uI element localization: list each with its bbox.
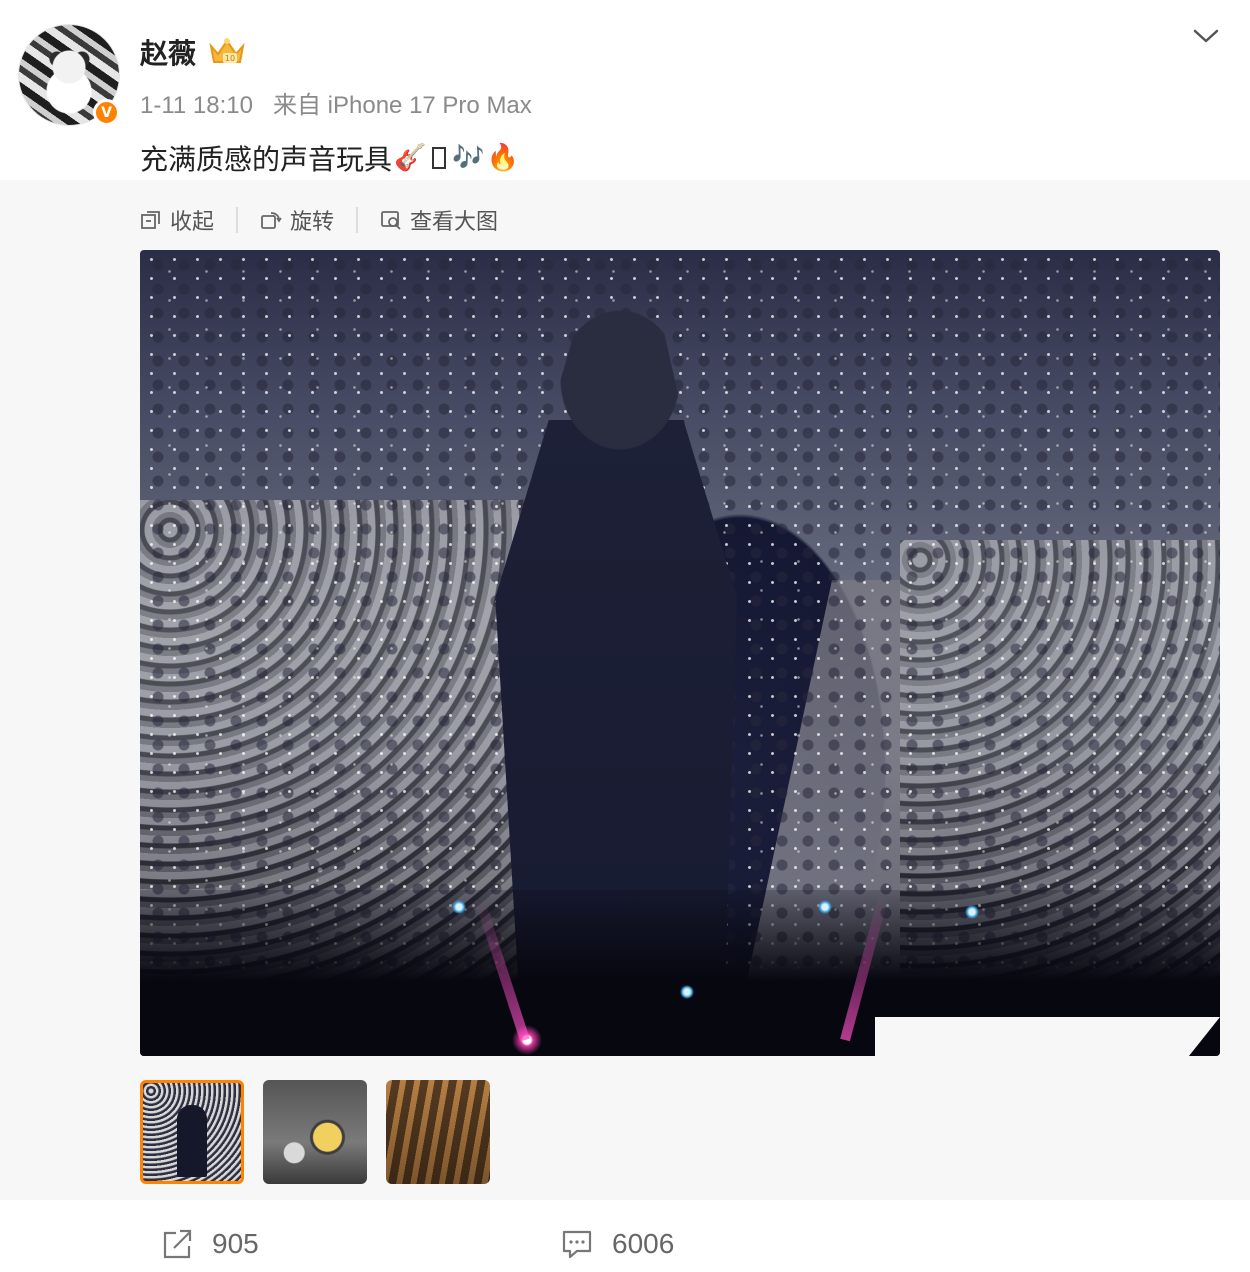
view-large-label: 查看大图 <box>410 210 499 235</box>
thumbnail-strip <box>140 1080 490 1184</box>
share-icon <box>163 1229 192 1259</box>
stage-light <box>680 985 694 999</box>
toolbar-divider <box>356 207 359 233</box>
stage-light <box>452 900 466 914</box>
share-count: 905 <box>212 1228 259 1259</box>
svg-text:10: 10 <box>225 54 235 63</box>
post-footer: 905 6006 <box>0 1200 1250 1272</box>
collapse-button[interactable]: 收起 <box>140 204 214 236</box>
toolbar-divider <box>236 207 239 233</box>
thumbnail-2[interactable] <box>263 1080 367 1184</box>
view-large-icon <box>381 211 401 230</box>
collapse-icon <box>141 211 160 229</box>
post-time[interactable]: 1-11 18:10 <box>140 92 253 119</box>
crown-icon: 10 <box>209 38 245 63</box>
share-button[interactable]: 905 <box>160 1227 259 1261</box>
post-source: 来自 iPhone 17 Pro Max <box>273 92 532 119</box>
rotate-icon <box>261 212 282 229</box>
guitar-emoji: 🎸 <box>394 143 427 173</box>
stage-light <box>965 905 979 919</box>
author-name[interactable]: 赵薇 <box>140 32 196 72</box>
media-toolbar: 收起 旋转 查看大图 <box>140 203 498 237</box>
fire-emoji: 🔥 <box>486 143 520 173</box>
comment-count: 6006 <box>612 1228 675 1259</box>
rotate-label: 旋转 <box>290 210 335 235</box>
thumbnail-1-selected[interactable] <box>140 1080 244 1184</box>
view-large-button[interactable]: 查看大图 <box>380 204 498 236</box>
comment-button[interactable]: 6006 <box>560 1227 674 1261</box>
photo-notch <box>875 1017 1220 1069</box>
collapse-label: 收起 <box>170 210 215 235</box>
missing-glyph-box <box>432 147 447 169</box>
post-header: V 赵薇 10 1-11 18:10 来自 iPhone 17 Pro Max … <box>0 0 1250 180</box>
verified-badge-icon: V <box>93 99 120 126</box>
post-text: 充满质感的声音玩具 🎸 🎶 🔥 <box>140 138 519 178</box>
rotate-button[interactable]: 旋转 <box>260 204 334 236</box>
chevron-down-icon[interactable] <box>1192 26 1220 46</box>
stage-light <box>818 900 832 914</box>
post-text-content: 充满质感的声音玩具 <box>140 143 393 176</box>
thumbnail-3[interactable] <box>386 1080 490 1184</box>
comment-icon <box>562 1230 592 1259</box>
post-meta: 1-11 18:10 来自 iPhone 17 Pro Max <box>140 85 532 120</box>
music-notes-emoji: 🎶 <box>452 143 485 173</box>
main-photo[interactable] <box>140 250 1220 1056</box>
